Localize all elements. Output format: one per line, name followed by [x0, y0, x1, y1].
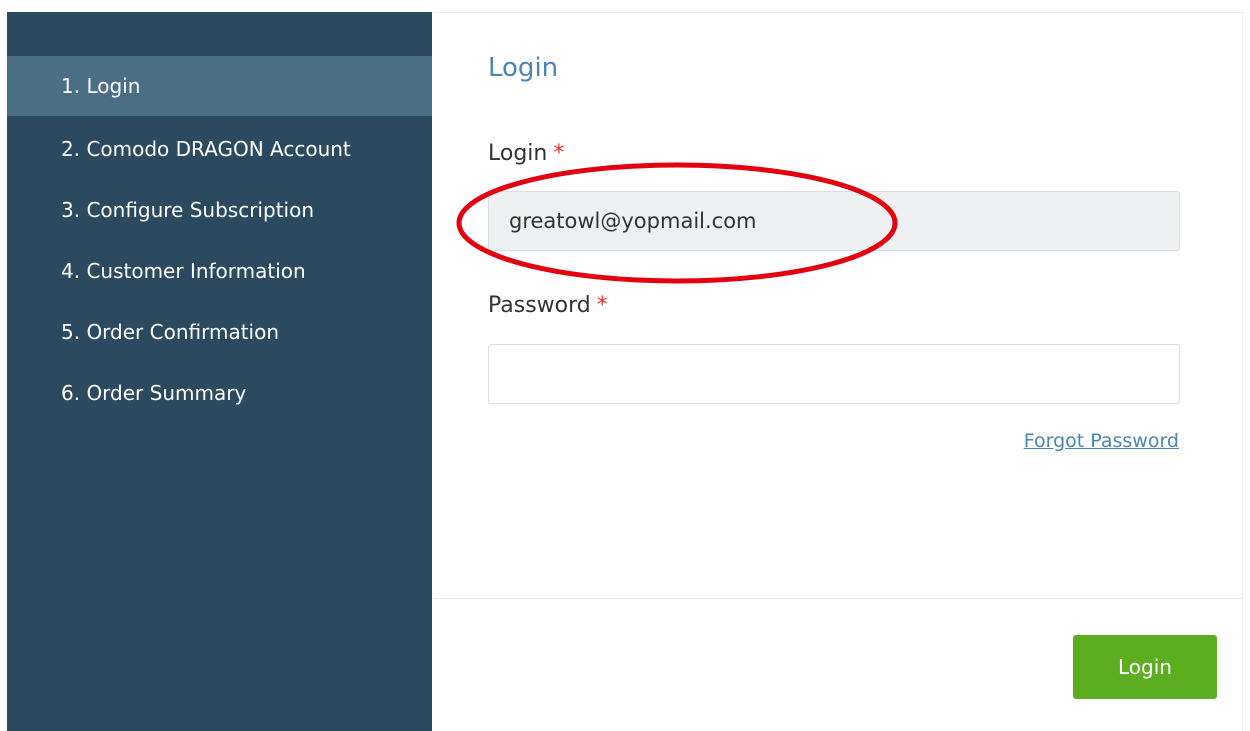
login-panel: Login Login* Password* Forgot Password L… — [433, 12, 1243, 731]
step-comodo-dragon-account[interactable]: 2. Comodo DRAGON Account — [7, 119, 432, 179]
step-label: 1. Login — [61, 74, 141, 98]
panel-title: Login — [488, 53, 559, 83]
step-login[interactable]: 1. Login — [7, 56, 432, 116]
step-label: 2. Comodo DRAGON Account — [61, 137, 351, 161]
step-label: 4. Customer Information — [61, 259, 306, 283]
required-marker: * — [596, 293, 608, 318]
step-label: 5. Order Confirmation — [61, 320, 280, 344]
wizard-steps-sidebar: 1. Login 2. Comodo DRAGON Account 3. Con… — [7, 12, 432, 731]
order-wizard: 1. Login 2. Comodo DRAGON Account 3. Con… — [0, 0, 1250, 731]
required-marker: * — [553, 141, 565, 166]
password-field[interactable] — [488, 344, 1180, 404]
login-button[interactable]: Login — [1073, 635, 1217, 699]
password-label: Password * — [488, 293, 608, 318]
step-customer-information[interactable]: 4. Customer Information — [7, 241, 432, 301]
login-label: Login * — [488, 141, 564, 166]
step-configure-subscription[interactable]: 3. Configure Subscription — [7, 180, 432, 240]
footer-divider — [433, 598, 1243, 599]
login-field[interactable] — [488, 191, 1180, 251]
forgot-password-link[interactable]: Forgot Password — [1023, 430, 1179, 452]
step-order-confirmation[interactable]: 5. Order Confirmation — [7, 302, 432, 362]
step-label: 6. Order Summary — [61, 381, 247, 405]
login-label-text: Login — [488, 141, 548, 166]
password-label-text: Password — [488, 293, 591, 318]
step-label: 3. Configure Subscription — [61, 198, 314, 222]
step-order-summary[interactable]: 6. Order Summary — [7, 363, 432, 423]
